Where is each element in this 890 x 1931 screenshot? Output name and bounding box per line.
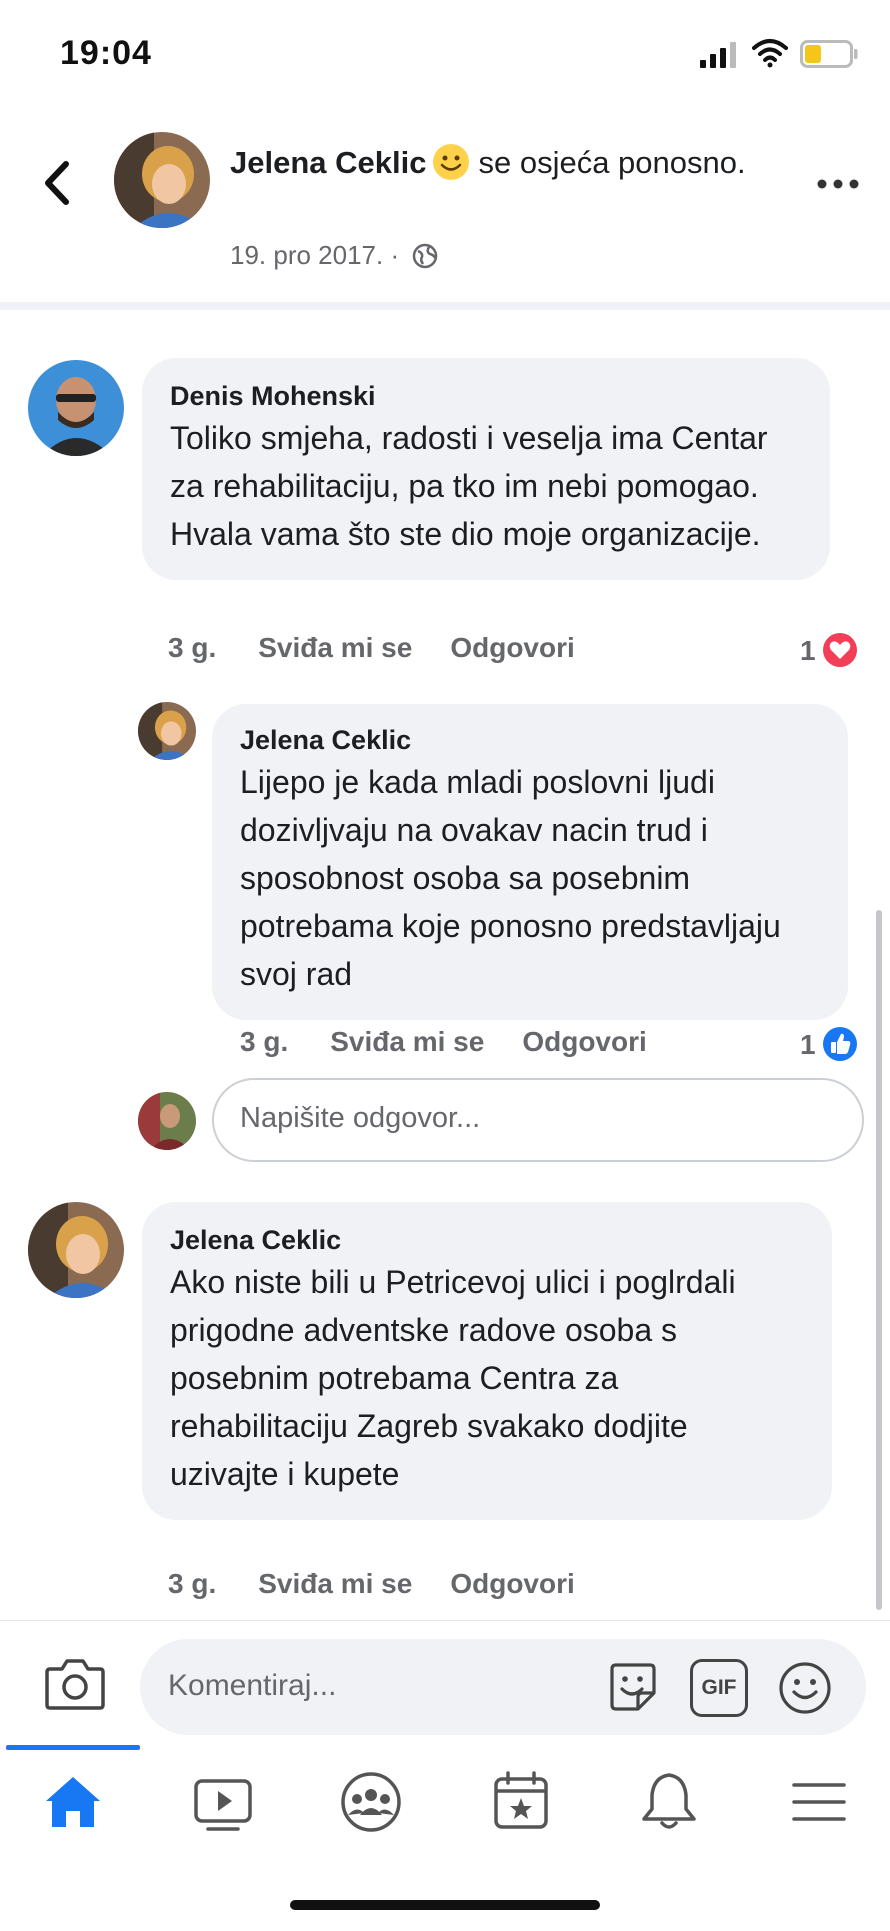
reply-bubble: Jelena Ceklic Lijepo je kada mladi poslo… (212, 704, 848, 1020)
reaction-summary[interactable]: 1 (800, 632, 858, 668)
reply-actions: 3 g. Sviđa mi se Odgovori (240, 1026, 685, 1058)
reply-avatar[interactable] (138, 702, 196, 760)
sticker-icon[interactable] (604, 1659, 662, 1717)
comment-text: Toliko smjeha, radosti i veselja ima Cen… (170, 420, 768, 552)
post-header: Jelena Ceklic se osjeća ponosno. 19. pro… (0, 110, 890, 310)
battery-icon (800, 40, 858, 68)
author-avatar[interactable] (114, 132, 210, 228)
comment-bubble: Denis Mohenski Toliko smjeha, radosti i … (142, 358, 830, 580)
author-name[interactable]: Jelena Ceklic (230, 145, 426, 180)
reaction-count: 1 (800, 635, 816, 666)
comment-author[interactable]: Denis Mohenski (170, 378, 802, 414)
wifi-icon (752, 39, 788, 68)
comment-actions: 3 g. Sviđa mi se Odgovori (168, 1568, 613, 1600)
notifications-icon[interactable] (634, 1767, 704, 1837)
scrollbar[interactable] (876, 910, 882, 1610)
comment-input-container[interactable]: GIF (140, 1639, 866, 1735)
love-reaction-icon (822, 633, 857, 667)
comment-age[interactable]: 3 g. (168, 632, 216, 664)
comment-input[interactable] (168, 1669, 598, 1703)
reply-text: Lijepo je kada mladi poslovni ljudi dozi… (240, 764, 781, 992)
reply-button[interactable]: Odgovori (522, 1026, 646, 1058)
post-meta: 19. pro 2017. · (230, 240, 438, 271)
more-options-icon[interactable] (816, 176, 860, 192)
menu-icon[interactable] (784, 1767, 854, 1837)
feeling-text: se osjeća ponosno. (478, 145, 746, 180)
like-button[interactable]: Sviđa mi se (258, 1568, 412, 1600)
comment-author[interactable]: Jelena Ceklic (170, 1222, 804, 1258)
status-bar: 19:04 (0, 0, 890, 110)
like-reaction-icon (822, 1027, 857, 1061)
like-button[interactable]: Sviđa mi se (330, 1026, 484, 1058)
reply-input[interactable] (240, 1102, 840, 1135)
marketplace-icon[interactable] (486, 1767, 556, 1837)
commenter-avatar[interactable] (28, 1202, 124, 1298)
reply-button[interactable]: Odgovori (450, 632, 574, 664)
post-date[interactable]: 19. pro 2017. (230, 240, 383, 270)
home-indicator (290, 1900, 600, 1910)
camera-icon[interactable] (44, 1655, 106, 1711)
emoji-icon[interactable] (776, 1659, 834, 1717)
reply-author[interactable]: Jelena Ceklic (240, 722, 820, 758)
groups-icon[interactable] (336, 1767, 406, 1837)
reply-age[interactable]: 3 g. (240, 1026, 288, 1058)
video-icon[interactable] (188, 1767, 258, 1837)
home-icon[interactable] (38, 1767, 108, 1837)
comment-actions: 3 g. Sviđa mi se Odgovori (168, 632, 613, 664)
active-tab-indicator (6, 1745, 140, 1750)
current-user-avatar (138, 1092, 196, 1150)
comment-composer: GIF (0, 1620, 890, 1750)
smiley-emoji-icon (433, 144, 470, 180)
comment-age[interactable]: 3 g. (168, 1568, 216, 1600)
globe-icon (413, 243, 438, 269)
reply-input-container[interactable] (212, 1078, 864, 1162)
gif-icon[interactable]: GIF (690, 1659, 748, 1717)
reaction-count: 1 (800, 1029, 816, 1060)
comment-bubble: Jelena Ceklic Ako niste bili u Petricevo… (142, 1202, 832, 1520)
reply-button[interactable]: Odgovori (450, 1568, 574, 1600)
like-button[interactable]: Sviđa mi se (258, 632, 412, 664)
post-title: Jelena Ceklic se osjeća ponosno. (230, 140, 790, 185)
back-arrow-icon[interactable] (38, 158, 74, 208)
comment-text: Ako niste bili u Petricevoj ulici i pogl… (170, 1264, 736, 1492)
reaction-summary[interactable]: 1 (800, 1026, 858, 1062)
meta-separator: · (390, 240, 400, 270)
bottom-tab-bar (0, 1745, 890, 1931)
cellular-signal-icon (700, 42, 736, 68)
status-time: 19:04 (60, 34, 152, 72)
commenter-avatar[interactable] (28, 360, 124, 456)
